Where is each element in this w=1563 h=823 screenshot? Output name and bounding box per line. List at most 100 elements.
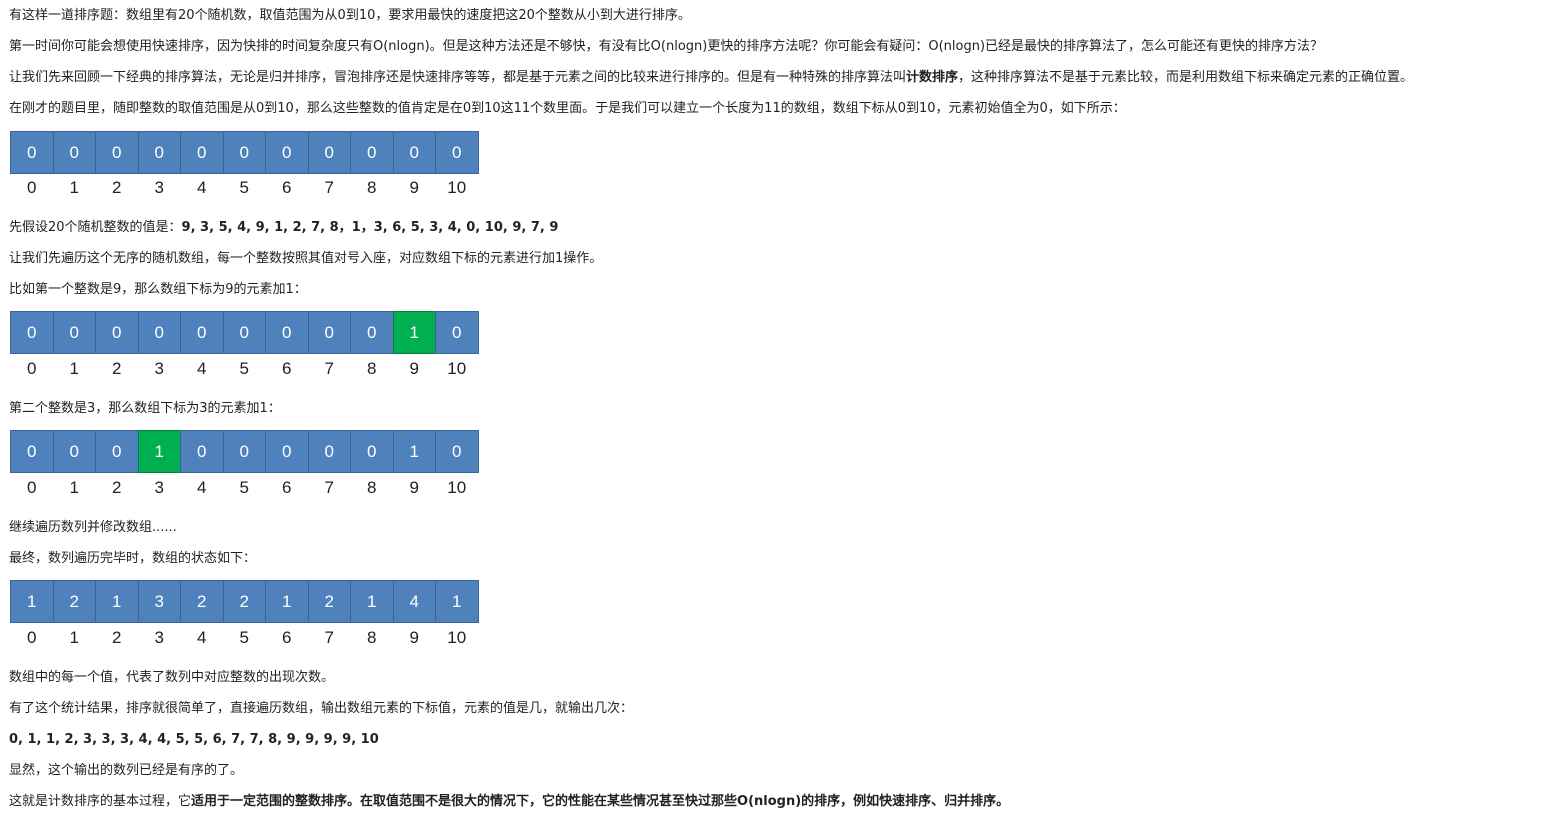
array-index: 2: [112, 178, 122, 197]
array-cell: 0: [350, 430, 394, 473]
array-index: 5: [239, 178, 249, 197]
array-cell: 1: [265, 580, 309, 623]
array-index: 6: [282, 359, 292, 378]
array-cell: 1: [350, 580, 394, 623]
array-cell: 2: [180, 580, 224, 623]
array-index: 10: [447, 178, 467, 197]
array-index: 8: [367, 359, 377, 378]
paragraph-summary: 这就是计数排序的基本过程，它适用于一定范围的整数排序。在取值范围不是很大的情况下…: [9, 793, 1009, 811]
array-index: 6: [282, 178, 292, 197]
array-cell: 0: [265, 131, 309, 174]
array-index: 4: [197, 359, 207, 378]
paragraph-random-values: 先假设20个随机整数的值是：9, 3, 5, 4, 9, 1, 2, 7, 8，…: [9, 219, 558, 237]
array-index: 7: [324, 478, 334, 497]
array-index: 1: [69, 628, 79, 647]
array-cell: 0: [95, 131, 139, 174]
array-step-1-indices: 0 1 2 3 4 5 6 7 8 9 10: [10, 359, 479, 379]
array-step-1: 00000000010: [10, 311, 479, 354]
array-index: 2: [112, 628, 122, 647]
array-index: 0: [27, 628, 37, 647]
array-index: 3: [154, 478, 164, 497]
array-cell: 0: [307, 131, 351, 174]
array-index: 7: [324, 359, 334, 378]
array-cell: 0: [435, 430, 479, 473]
array-cell: 0: [95, 430, 139, 473]
array-cell: 0: [435, 311, 479, 354]
text: 先假设20个随机整数的值是：: [9, 220, 182, 235]
array-index: 7: [324, 178, 334, 197]
array-cell: 0: [52, 430, 96, 473]
text: 这就是计数排序的基本过程，它: [9, 794, 192, 809]
array-index: 4: [197, 178, 207, 197]
paragraph-first-number: 比如第一个整数是9，那么数组下标为9的元素加1：: [9, 282, 307, 297]
paragraph-traverse: 让我们先遍历这个无序的随机数组，每一个整数按照其值对号入座，对应数组下标的元素进…: [9, 251, 603, 266]
paragraph-output: 有了这个统计结果，排序就很简单了，直接遍历数组，输出数组元素的下标值，元素的值是…: [9, 701, 634, 716]
sorted-output: 0, 1, 1, 2, 3, 3, 3, 4, 4, 5, 5, 6, 7, 7…: [9, 732, 379, 747]
array-index: 5: [239, 478, 249, 497]
array-cell: 4: [392, 580, 436, 623]
array-cell: 0: [350, 311, 394, 354]
array-index: 6: [282, 628, 292, 647]
array-index: 10: [447, 478, 467, 497]
array-cell: 0: [265, 430, 309, 473]
paragraph-final-state: 最终，数列遍历完毕时，数组的状态如下：: [9, 551, 257, 566]
text: 让我们先来回顾一下经典的排序算法，无论是归并排序，冒泡排序还是快速排序等等，都是…: [9, 70, 907, 85]
array-cell: 0: [95, 311, 139, 354]
array-initial-indices: 0 1 2 3 4 5 6 7 8 9 10: [10, 178, 479, 198]
array-index: 3: [154, 178, 164, 197]
array-index: 0: [27, 178, 37, 197]
array-index: 6: [282, 478, 292, 497]
array-cell: 0: [180, 430, 224, 473]
array-cell: 0: [52, 311, 96, 354]
array-index: 10: [447, 628, 467, 647]
array-cell: 2: [222, 580, 266, 623]
array-cell: 0: [137, 131, 181, 174]
array-cell: 1: [10, 580, 54, 623]
array-cell: 1: [137, 430, 181, 473]
array-index: 4: [197, 478, 207, 497]
paragraph-continue: 继续遍历数列并修改数组......: [9, 520, 177, 535]
array-index: 9: [409, 628, 419, 647]
array-index: 0: [27, 478, 37, 497]
array-cell: 1: [392, 311, 436, 354]
array-cell: 1: [392, 430, 436, 473]
array-cell: 0: [435, 131, 479, 174]
array-index: 9: [409, 178, 419, 197]
array-cell: 2: [52, 580, 96, 623]
array-index: 8: [367, 478, 377, 497]
array-cell: 0: [307, 311, 351, 354]
array-cell: 0: [137, 311, 181, 354]
array-cell: 0: [222, 430, 266, 473]
array-index: 9: [409, 359, 419, 378]
array-index: 4: [197, 628, 207, 647]
values-list: 9, 3, 5, 4, 9, 1, 2, 7, 8，1，3, 6, 5, 3, …: [181, 220, 559, 235]
array-index: 5: [239, 628, 249, 647]
array-cell: 0: [222, 131, 266, 174]
paragraph-meaning: 数组中的每一个值，代表了数列中对应整数的出现次数。: [9, 670, 335, 685]
array-index: 2: [112, 359, 122, 378]
array-index: 1: [69, 478, 79, 497]
array-index: 3: [154, 359, 164, 378]
array-cell: 0: [180, 131, 224, 174]
array-cell: 0: [222, 311, 266, 354]
array-cell: 0: [180, 311, 224, 354]
bold-text: 计数排序: [906, 70, 959, 85]
array-final: 12132212141: [10, 580, 479, 623]
array-index: 0: [27, 359, 37, 378]
array-step-2: 00010000010: [10, 430, 479, 473]
array-cell: 1: [435, 580, 479, 623]
array-index: 2: [112, 478, 122, 497]
paragraph-ordered: 显然，这个输出的数列已经是有序的了。: [9, 763, 244, 778]
paragraph-quicksort: 第一时间你可能会想使用快速排序，因为快排的时间复杂度只有O(nlogn)。但是这…: [9, 39, 1324, 54]
array-step-2-indices: 0 1 2 3 4 5 6 7 8 9 10: [10, 478, 479, 498]
array-index: 1: [69, 359, 79, 378]
paragraph-intro: 有这样一道排序题：数组里有20个随机数，取值范围为从0到10，要求用最快的速度把…: [9, 8, 691, 23]
array-cell: 0: [265, 311, 309, 354]
array-cell: 0: [10, 430, 54, 473]
array-initial: 00000000000: [10, 131, 479, 174]
array-final-indices: 0 1 2 3 4 5 6 7 8 9 10: [10, 628, 479, 648]
paragraph-array-setup: 在刚才的题目里，随即整数的取值范围是从0到10，那么这些整数的值肯定是在0到10…: [9, 101, 1126, 116]
array-index: 8: [367, 628, 377, 647]
paragraph-second-number: 第二个整数是3，那么数组下标为3的元素加1：: [9, 401, 281, 416]
array-cell: 0: [10, 131, 54, 174]
